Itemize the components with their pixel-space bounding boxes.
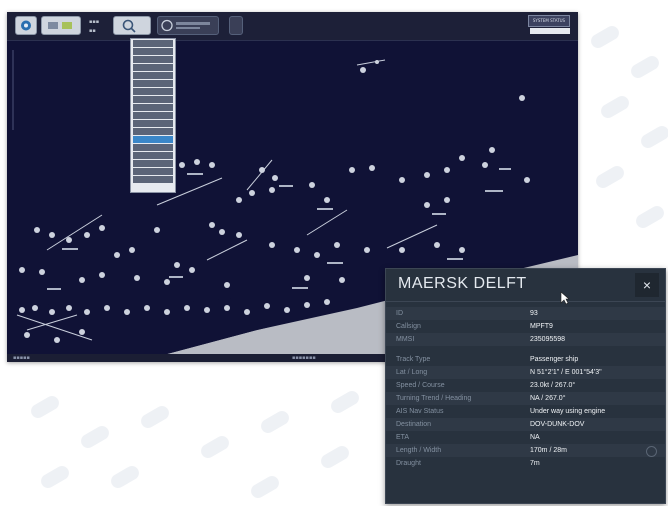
info-row-callsign: Callsign MPFT9 <box>386 320 665 333</box>
dropdown-item[interactable] <box>133 152 173 159</box>
dropdown-item[interactable] <box>133 48 173 55</box>
dropdown-item[interactable] <box>133 72 173 79</box>
info-key: Destination <box>396 421 432 428</box>
dropdown-item[interactable] <box>133 56 173 63</box>
info-row-draught: Draught 7m <box>386 457 665 470</box>
layers-icon <box>48 22 72 29</box>
info-key: ID <box>396 310 403 317</box>
info-row-lat-long: Lat / Long N 51°2'1" / E 001°54'3" <box>386 366 665 379</box>
info-key: Draught <box>396 460 421 467</box>
vessel-info-panel: MAERSK DELFT × ID 93 Callsign MPFT9 MMSI… <box>385 268 666 504</box>
info-value: 170m / 28m <box>530 447 567 454</box>
info-row-destination: Destination DOV-DUNK-DOV <box>386 418 665 431</box>
info-row-mmsi: MMSI 235095598 <box>386 333 665 346</box>
cursor-icon <box>560 291 570 305</box>
info-key: Track Type <box>396 356 431 363</box>
expand-icon[interactable] <box>646 446 657 457</box>
status-indicator-bar <box>530 28 570 34</box>
info-value: NA / 267.0° <box>530 395 566 402</box>
layer-dropdown-menu[interactable] <box>130 38 176 193</box>
filter-dropdown[interactable] <box>157 16 219 35</box>
info-row-turning-heading: Turning Trend / Heading NA / 267.0° <box>386 392 665 405</box>
dropdown-item[interactable] <box>133 64 173 71</box>
info-key: Length / Width <box>396 447 442 454</box>
dropdown-item[interactable] <box>133 120 173 127</box>
info-key: Speed / Course <box>396 382 445 389</box>
info-row-id: ID 93 <box>386 307 665 320</box>
info-row-length-width: Length / Width 170m / 28m <box>386 444 665 457</box>
info-key: MMSI <box>396 336 415 343</box>
status-left-text: ▪▪▪▪▪ <box>13 355 30 361</box>
info-row-eta: ETA NA <box>386 431 665 444</box>
toolbar-mini-label-1: ▪▪▪ <box>89 19 100 25</box>
dropdown-item[interactable] <box>133 96 173 103</box>
info-key: Lat / Long <box>396 369 428 376</box>
dropdown-item[interactable] <box>133 128 173 135</box>
info-row-track-type: Track Type Passenger ship <box>386 353 665 366</box>
info-key: ETA <box>396 434 410 441</box>
dropdown-item[interactable] <box>133 160 173 167</box>
dropdown-item[interactable] <box>133 104 173 111</box>
dropdown-item[interactable] <box>133 112 173 119</box>
vessel-tracks <box>16 59 438 341</box>
info-value: 23.0kt / 267.0° <box>530 382 576 389</box>
dropdown-item[interactable] <box>133 40 173 47</box>
dropdown-item[interactable] <box>133 88 173 95</box>
status-right-text: ▪▪▪▪▪▪▪ <box>292 355 316 361</box>
info-value: MPFT9 <box>530 323 553 330</box>
info-key: Turning Trend / Heading <box>396 395 472 402</box>
dropdown-item[interactable] <box>133 176 173 183</box>
filter-icon <box>161 19 210 32</box>
system-status-box: SYSTEM STATUS <box>528 15 570 27</box>
info-value: Under way using engine <box>530 408 606 415</box>
dropdown-item[interactable] <box>133 144 173 151</box>
more-button[interactable] <box>229 16 243 35</box>
info-value: N 51°2'1" / E 001°54'3" <box>530 369 602 376</box>
layers-button[interactable] <box>41 16 81 35</box>
info-row-speed-course: Speed / Course 23.0kt / 267.0° <box>386 379 665 392</box>
info-key: AIS Nav Status <box>396 408 444 415</box>
info-value: Passenger ship <box>530 356 579 363</box>
search-icon <box>122 19 136 33</box>
info-value: 93 <box>530 310 538 317</box>
search-button[interactable] <box>113 16 151 35</box>
vessel-name-title: MAERSK DELFT <box>398 275 527 292</box>
dropdown-item[interactable] <box>133 168 173 175</box>
toolbar-mini-label-2: ▪▪ <box>89 28 96 34</box>
info-value: 7m <box>530 460 540 467</box>
info-value: 235095598 <box>530 336 566 343</box>
info-value: NA <box>530 434 540 441</box>
dropdown-item[interactable] <box>133 80 173 87</box>
toolbar: ▪▪▪ ▪▪ SYSTEM STATUS <box>7 12 578 41</box>
app-logo-button[interactable] <box>15 16 37 35</box>
app-logo-icon <box>21 20 31 31</box>
panel-header: MAERSK DELFT × <box>386 269 665 305</box>
info-row-ais-status: AIS Nav Status Under way using engine <box>386 405 665 418</box>
close-icon[interactable]: × <box>635 273 659 297</box>
info-key: Callsign <box>396 323 421 330</box>
dropdown-item-selected[interactable] <box>133 136 173 143</box>
info-value: DOV-DUNK-DOV <box>530 421 585 428</box>
